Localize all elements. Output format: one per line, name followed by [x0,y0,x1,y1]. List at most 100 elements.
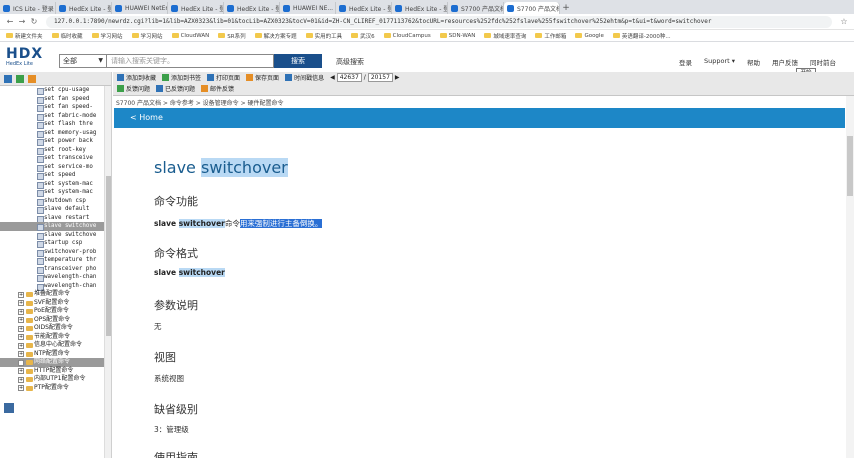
expand-toggle-icon[interactable]: + [18,385,24,391]
tree-folder-item[interactable]: + 信息中心配置命令 [0,341,111,350]
browser-tab[interactable]: HedEx Lite - 登录× [392,2,448,14]
expand-toggle-icon[interactable]: + [18,291,24,298]
print-button[interactable]: 打印页面 [207,73,240,82]
bookmark-item[interactable]: 新建文件夹 [6,32,43,40]
expand-icon[interactable] [16,74,24,83]
expand-toggle-icon[interactable]: + [18,359,24,366]
forward-icon[interactable]: → [16,17,28,26]
tree-leaf-item[interactable]: set fan speed- [0,103,111,112]
tree-leaf-item[interactable]: set memory-usag [0,129,111,137]
tree-folder-item[interactable]: + 内部UTP1配置命令 [0,375,111,384]
expand-toggle-icon[interactable]: + [18,300,24,306]
browser-tab[interactable]: HUAWEI NE...× [280,2,336,14]
tree-folder-item[interactable]: + NTP配置命令 [0,350,111,359]
page-next-icon[interactable]: ▶ [395,74,400,81]
tree-leaf-item[interactable]: slave switchove [0,222,111,231]
expand-toggle-icon[interactable]: + [18,342,24,349]
tree-leaf-item[interactable]: set flash thre [0,120,111,129]
content-scrollbar[interactable] [846,96,854,458]
browser-tab[interactable]: HedEx Lite - 登录× [336,2,392,14]
tree-folder-item[interactable]: + OIDS配置命令 [0,324,111,333]
tree-leaf-item[interactable]: switchover-prob [0,248,111,256]
search-scope-select[interactable]: 全部 ▼ [59,54,107,68]
save-page-button[interactable]: 保存页面 [246,73,279,82]
tree-leaf-item[interactable]: set fan speed [0,95,111,103]
bookmark-item[interactable]: CloudWAN [171,33,209,39]
timestamp-button[interactable]: 时间戳信息 [285,73,324,82]
bookmark-item[interactable]: 学习网站 [91,32,123,40]
tree-leaf-item[interactable]: temperature thr [0,256,111,265]
star-icon[interactable]: ☆ [838,17,850,26]
browser-tab[interactable]: HUAWEI NetEngine...× [112,2,168,14]
url-field[interactable]: 127.0.0.1:7890/newrdz.cgi?lib=1&lib=AZX0… [46,15,832,28]
tree-scrollbar[interactable] [104,86,111,458]
content-scrollbar-thumb[interactable] [847,136,853,196]
tree-leaf-item[interactable]: slave restart [0,214,111,222]
bookmark-item[interactable]: 解决方案专题 [254,32,297,40]
tree-folder-item[interactable]: + 网络配置命令 [0,358,111,367]
tree-leaf-item[interactable]: transceiver pho [0,265,111,273]
pin-icon[interactable] [4,403,14,413]
back-icon[interactable]: ← [4,17,16,26]
hdx-logo[interactable]: HDX HedEx Lite [6,47,48,69]
bookmark-item[interactable]: SDN-WAN [439,33,475,39]
tree-leaf-item[interactable]: set fabric-mode [0,112,111,120]
expand-toggle-icon[interactable]: + [18,334,24,340]
browser-tab[interactable]: ICS Lite - 登录× [0,2,56,14]
tree-folder-item[interactable]: + SVF配置命令 [0,299,111,308]
search-input[interactable]: 请输入搜索关键字。 [107,54,274,68]
collapse-icon[interactable] [28,74,36,83]
feedback-link[interactable]: 用户反馈 [772,57,798,67]
tree-folder-item[interactable]: + OPS配置命令 [0,316,111,325]
tree-leaf-item[interactable]: set cpu-usage [0,86,111,95]
bookmark-item[interactable]: 学习网站 [131,32,163,40]
tree-leaf-item[interactable]: wavelength-chan [0,273,111,282]
page-current-input[interactable]: 42637 [336,73,362,82]
bookmark-item[interactable]: 临时收藏 [51,32,83,40]
bookmark-item[interactable]: 工作邮箱 [535,32,566,40]
tree-leaf-item[interactable]: set power back [0,137,111,146]
tree-folder-item[interactable]: + 节能配置命令 [0,333,111,342]
tree-leaf-item[interactable]: wavelength-chan [0,282,111,290]
tree-leaf-item[interactable]: set system-mac [0,188,111,197]
browser-tab[interactable]: S7700 产品文档 V20...× [448,2,504,14]
sync-icon[interactable] [4,74,12,83]
expand-toggle-icon[interactable]: + [18,308,24,315]
add-favorite-button[interactable]: 添加到收藏 [117,73,156,82]
browser-tab[interactable]: S7700 产品文档 V20...× [504,2,560,14]
mail-feedback-button[interactable]: 邮件反馈 [201,84,234,93]
browser-tab[interactable]: HedEx Lite - 登录× [224,2,280,14]
bookmark-item[interactable]: Google [575,33,604,39]
tree-leaf-item[interactable]: set system-mac [0,180,111,188]
feedback-history-button[interactable]: 已反馈问题 [156,84,195,93]
tree-folder-item[interactable]: + PTP配置命令 [0,384,111,393]
add-bookmark-button[interactable]: 添加到书签 [162,73,201,82]
bookmark-item[interactable]: CloudCampus [383,33,431,39]
new-tab-icon[interactable]: + [560,2,572,14]
feedback-button[interactable]: 反馈问题 [117,84,150,93]
tree-folder-item[interactable]: + PoE配置命令 [0,307,111,316]
help-link[interactable]: 帮助 [747,57,760,67]
reload-icon[interactable]: ↻ [28,17,40,26]
tree-leaf-item[interactable]: set service-mo [0,163,111,171]
tree-leaf-item[interactable]: slave default [0,205,111,214]
tree-leaf-item[interactable]: shutdown csp [0,197,111,205]
expand-toggle-icon[interactable]: + [18,376,24,383]
browser-tab[interactable]: HedEx Lite - 登录× [168,2,224,14]
bookmark-item[interactable]: 英语翻译-2000种... [612,32,671,40]
tree-leaf-item[interactable]: startup csp [0,239,111,248]
expand-toggle-icon[interactable]: + [18,368,24,374]
expand-toggle-icon[interactable]: + [18,351,24,357]
page-prev-icon[interactable]: ◀ [330,74,335,81]
home-link[interactable]: < Home [130,113,163,122]
tree-folder-item[interactable]: + HTTP配置命令 [0,367,111,376]
bookmark-item[interactable]: 实用的工具 [305,32,342,40]
expand-toggle-icon[interactable]: + [18,325,24,332]
tree-scrollbar-thumb[interactable] [106,176,111,336]
tree-leaf-item[interactable]: set transceive [0,154,111,163]
tree-leaf-item[interactable]: slave switchove [0,231,111,239]
tree-leaf-item[interactable]: set speed [0,171,111,180]
browser-tab[interactable]: HedEx Lite - 登录× [56,2,112,14]
login-link[interactable]: 登录 [679,57,692,67]
breadcrumb[interactable]: S7700 产品文档 > 命令参考 > 设备管理命令 > 硬件配置命令 [116,98,284,107]
